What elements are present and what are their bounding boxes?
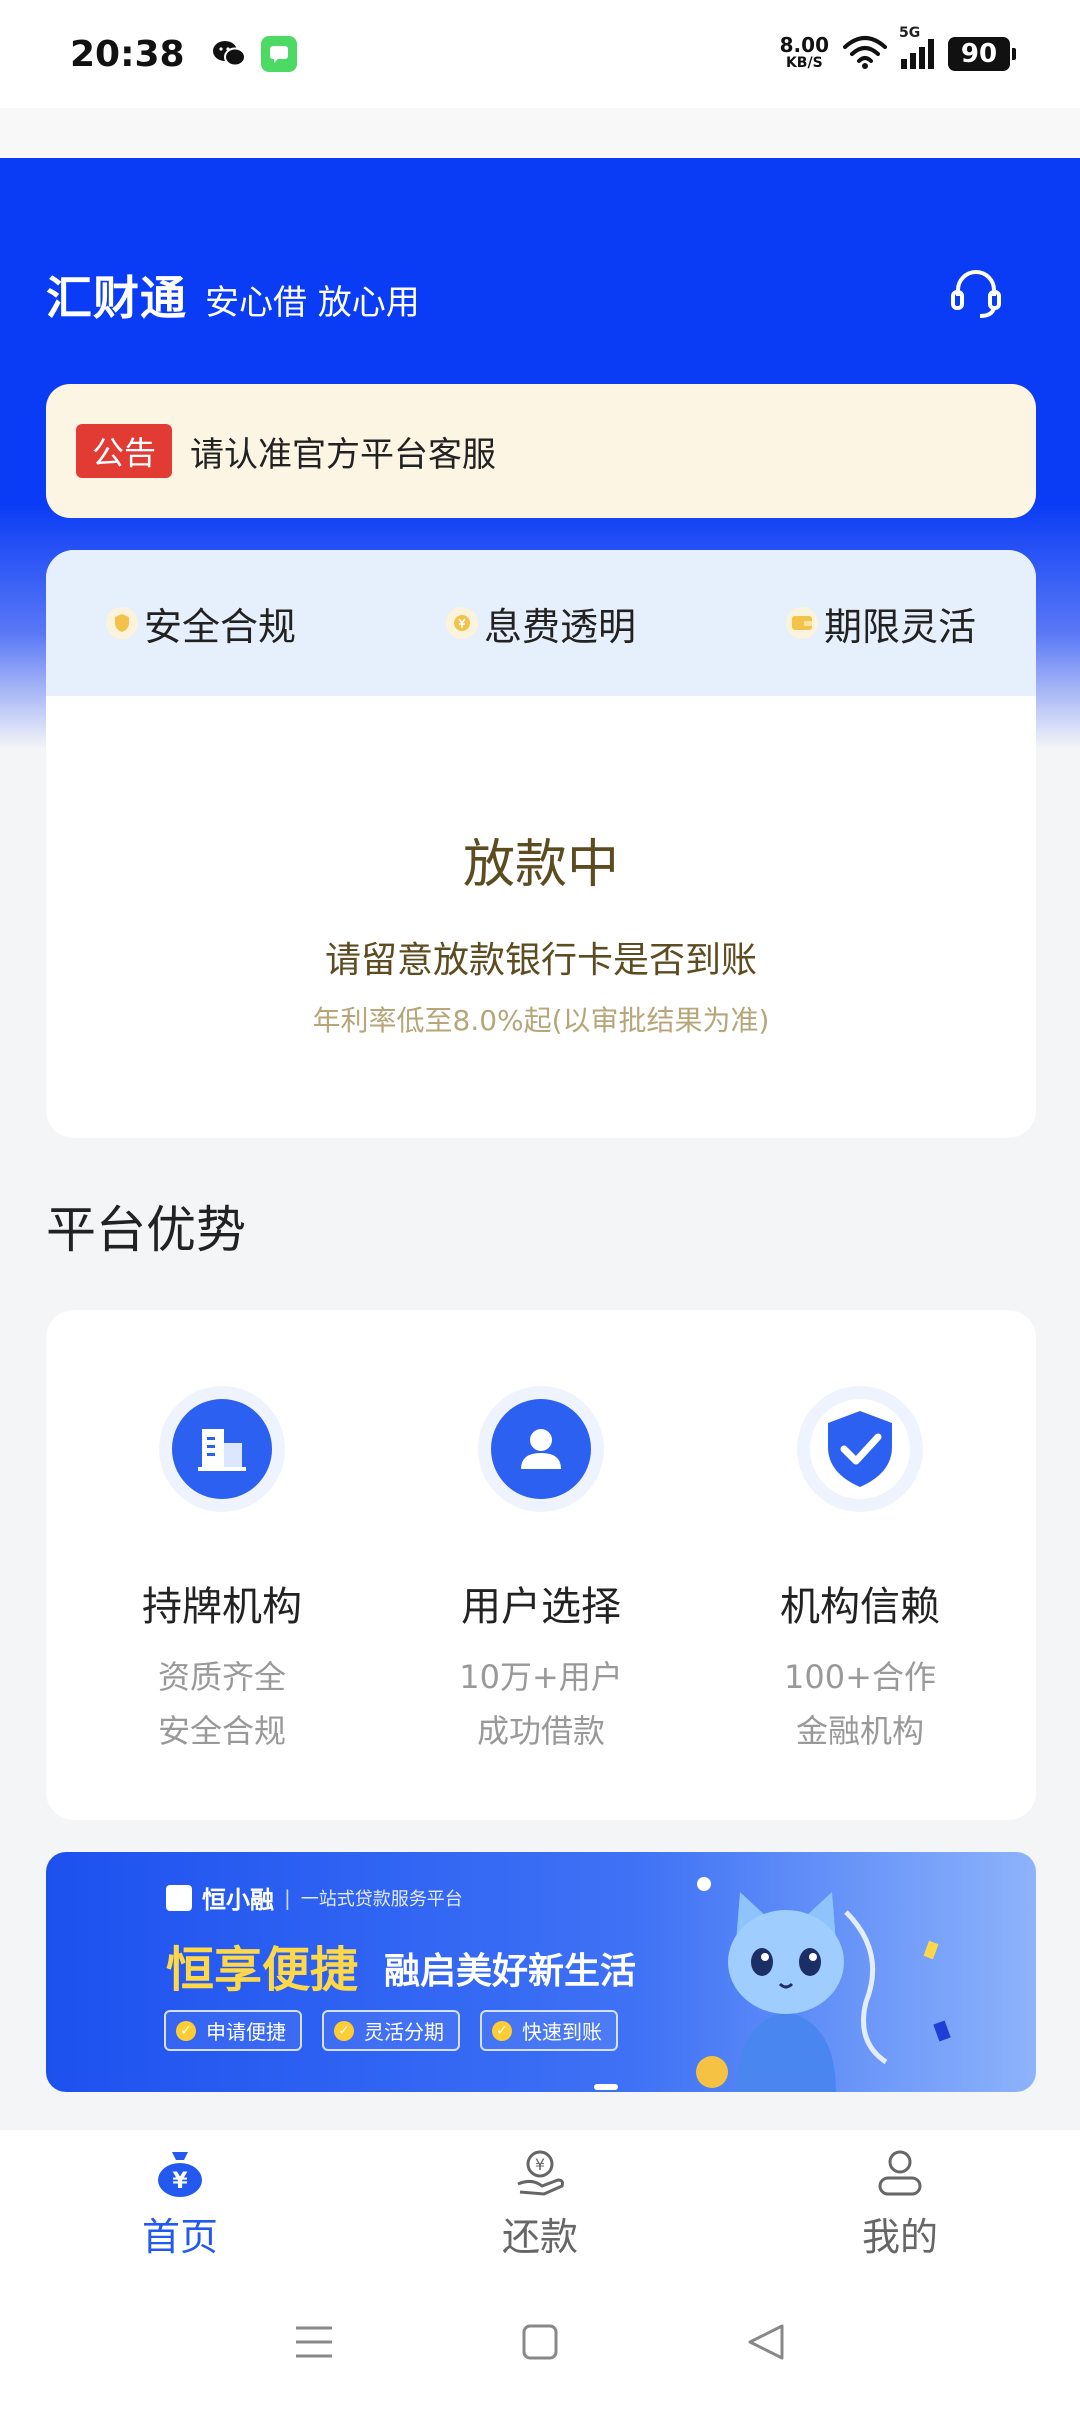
status-bar: 20:38 8.00 KB/S 5G 90 xyxy=(0,0,1080,108)
cat-mascot-icon xyxy=(696,1877,951,2092)
menu-icon[interactable] xyxy=(294,2324,334,2364)
wechat-icon xyxy=(211,36,247,72)
check-icon: ✓ xyxy=(176,2020,196,2041)
chip-label: 快速到账 xyxy=(522,2020,602,2044)
home-square-icon[interactable] xyxy=(521,2323,559,2365)
feature-item: 息费透明 xyxy=(445,596,636,651)
section-title: 平台优势 xyxy=(46,1201,246,1259)
advantage-icon-ring xyxy=(797,1386,923,1512)
feature-label: 息费透明 xyxy=(483,604,636,649)
advantage-title: 用户选择 xyxy=(461,1584,621,1630)
message-app-icon xyxy=(260,36,297,72)
nav-label: 首页 xyxy=(141,2214,218,2259)
banner-subline: 融启美好新生活 xyxy=(384,1951,637,1992)
banner-chip: ✓ 快速到账 xyxy=(480,2010,618,2051)
status-time: 20:38 xyxy=(70,33,185,75)
repay-icon: ¥ xyxy=(512,2146,568,2202)
net-speed-unit: KB/S xyxy=(785,55,823,71)
nav-repay[interactable]: ¥ 还款 xyxy=(440,2146,640,2261)
advantage-item: 机构信赖 100+合作 金融机构 xyxy=(740,1310,980,1820)
advantage-title: 机构信赖 xyxy=(780,1584,940,1630)
brand-header: 汇财通 安心借 放心用 xyxy=(46,262,420,328)
advantage-desc: 资质齐全 安全合规 xyxy=(158,1650,286,1758)
cell-signal-icon: 5G xyxy=(899,25,934,69)
advantage-desc-line: 资质齐全 xyxy=(157,1658,286,1696)
notice-bar[interactable]: 公告 请认准官方平台客服 xyxy=(46,384,1036,518)
advantage-title: 持牌机构 xyxy=(142,1584,302,1630)
customer-service-button[interactable] xyxy=(946,266,1006,326)
banner-logo-icon xyxy=(166,1884,192,1911)
profile-icon xyxy=(872,2146,928,2202)
network-speed: 8.00 KB/S xyxy=(780,35,829,72)
shield-check-icon xyxy=(810,1399,910,1499)
advantage-icon-ring xyxy=(159,1386,285,1512)
brand-slogan: 安心借 放心用 xyxy=(205,283,420,323)
back-icon[interactable] xyxy=(746,2323,786,2365)
advantages-card: 持牌机构 资质齐全 安全合规 用户选择 10万+用户 成功借款 机构信赖 100… xyxy=(46,1310,1036,1820)
battery-indicator: 90 xyxy=(948,37,1016,71)
banner-tagline: 一站式贷款服务平台 xyxy=(300,1888,463,1910)
banner-brand: 恒小融 | 一站式贷款服务平台 xyxy=(166,1880,463,1915)
brand-name: 汇财通 xyxy=(46,271,187,325)
home-moneybag-icon: ¥ xyxy=(152,2146,208,2202)
advantage-item: 用户选择 10万+用户 成功借款 xyxy=(421,1310,661,1820)
nav-label: 我的 xyxy=(861,2214,938,2259)
advantage-icon-ring xyxy=(478,1386,604,1512)
advantage-item: 持牌机构 资质齐全 安全合规 xyxy=(102,1310,342,1820)
chip-label: 灵活分期 xyxy=(364,2020,444,2044)
check-icon: ✓ xyxy=(334,2020,354,2041)
banner-chip: ✓ 灵活分期 xyxy=(322,2010,460,2051)
advantage-desc: 100+合作 金融机构 xyxy=(784,1650,936,1758)
hero-top-strip xyxy=(0,108,1080,158)
banner-separator: | xyxy=(284,1885,291,1910)
advantage-desc-line: 安全合规 xyxy=(157,1712,286,1750)
signal-label: 5G xyxy=(899,25,921,41)
banner-brand-name: 恒小融 xyxy=(202,1886,274,1914)
advantage-desc-line: 10万+用户 xyxy=(459,1658,623,1696)
notice-text: 请认准官方平台客服 xyxy=(190,434,497,475)
rate-note: 年利率低至8.0%起(以审批结果为准) xyxy=(312,1004,770,1037)
feature-item: 安全合规 xyxy=(106,596,296,651)
wifi-icon xyxy=(843,35,887,73)
loan-status-title: 放款中 xyxy=(462,835,619,895)
svg-text:¥: ¥ xyxy=(172,2169,188,2194)
building-icon xyxy=(172,1399,272,1499)
nav-profile[interactable]: 我的 xyxy=(800,2146,1000,2261)
advantage-desc: 10万+用户 成功借款 xyxy=(459,1650,623,1758)
loan-status-card: 安全合规 息费透明 期限灵活 放款中 请留意放款银行卡是否到账 年利率低至8.0… xyxy=(46,550,1036,1138)
check-icon: ✓ xyxy=(492,2020,512,2041)
feature-row: 安全合规 息费透明 期限灵活 xyxy=(46,550,1036,696)
nav-label: 还款 xyxy=(501,2214,578,2259)
chip-label: 申请便捷 xyxy=(206,2020,286,2044)
nav-home[interactable]: ¥ 首页 xyxy=(80,2146,280,2261)
feature-item: 期限灵活 xyxy=(785,596,976,651)
notice-badge: 公告 xyxy=(76,424,173,478)
coin-icon xyxy=(445,607,478,639)
advantage-desc-line: 100+合作 xyxy=(784,1658,936,1696)
feature-label: 安全合规 xyxy=(144,604,297,649)
svg-text:¥: ¥ xyxy=(535,2155,545,2174)
feature-label: 期限灵活 xyxy=(823,604,976,649)
promo-banner[interactable]: 恒小融 | 一站式贷款服务平台 恒享便捷 融启美好新生活 ✓ 申请便捷 ✓ 灵活分期… xyxy=(46,1852,1036,2092)
carousel-indicator xyxy=(594,2084,618,2090)
advantage-desc-line: 成功借款 xyxy=(476,1712,605,1750)
bottom-navigation: ¥ 首页 ¥ 还款 我的 xyxy=(0,2130,1080,2276)
advantage-desc-line: 金融机构 xyxy=(795,1712,924,1750)
user-icon xyxy=(491,1399,591,1499)
wallet-icon xyxy=(785,607,818,639)
loan-status-subtitle: 请留意放款银行卡是否到账 xyxy=(324,940,757,981)
banner-chip: ✓ 申请便捷 xyxy=(164,2010,302,2051)
banner-headline: 恒享便捷 xyxy=(166,1942,359,1998)
shield-icon xyxy=(106,607,138,639)
system-navigation-bar xyxy=(0,2276,1080,2412)
headset-icon xyxy=(948,268,1004,324)
banner-chips: ✓ 申请便捷 ✓ 灵活分期 ✓ 快速到账 xyxy=(164,2010,618,2051)
